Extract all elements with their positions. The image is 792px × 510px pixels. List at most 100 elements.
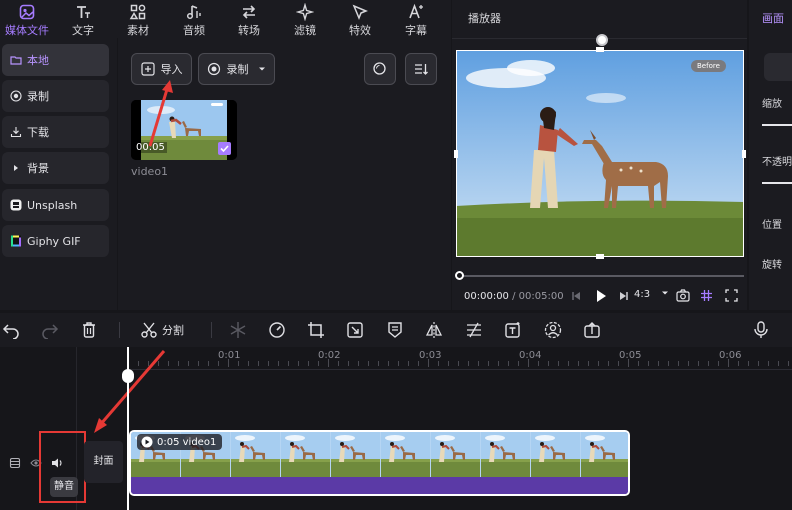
tab-media[interactable]: 媒体文件 — [0, 0, 54, 38]
ruler-tick — [598, 361, 599, 366]
ruler-tick — [218, 361, 219, 366]
record-icon — [207, 62, 220, 76]
timeline-toolbar: 分割 — [0, 313, 792, 347]
ruler-tick — [378, 361, 379, 366]
nav-item-unsplash[interactable]: Unsplash — [2, 189, 109, 221]
tab-captions[interactable]: 字幕 — [389, 0, 443, 38]
search-button[interactable] — [364, 53, 396, 85]
export-frame-icon[interactable] — [583, 321, 601, 339]
ruler-tick — [438, 361, 439, 366]
scale-slider[interactable] — [762, 124, 792, 126]
ruler-tick — [338, 361, 339, 366]
tab-effects[interactable]: 特效 — [333, 0, 387, 38]
ruler-tick — [448, 361, 449, 366]
play-icon[interactable] — [595, 289, 607, 303]
tab-transition[interactable]: 转场 — [222, 0, 276, 38]
ruler-tick — [668, 361, 669, 366]
tab-canvas[interactable]: 画面 — [762, 10, 784, 26]
filmstrip-frame — [431, 432, 481, 477]
portrait-icon[interactable] — [544, 321, 562, 339]
tab-audio[interactable]: 音频 — [167, 0, 221, 38]
delete-icon[interactable] — [80, 321, 98, 339]
mask-icon[interactable] — [386, 321, 404, 339]
sort-icon — [415, 64, 428, 75]
giphy-icon — [11, 235, 21, 247]
nav-label: Giphy GIF — [27, 234, 81, 248]
timeline-video-clip[interactable]: 0:05 video1 — [129, 430, 630, 496]
timeline-ruler[interactable]: 0:01 0:02 0:03 0:04 0:05 0:06 — [128, 347, 792, 369]
nav-item-record[interactable]: 录制 — [2, 80, 109, 112]
elements-icon — [129, 4, 146, 20]
nav-item-background[interactable]: 背景 — [2, 152, 109, 184]
ruler-label: 0:02 — [318, 350, 341, 361]
speed-icon[interactable] — [268, 321, 286, 339]
ruler-tick — [538, 361, 539, 366]
progress-handle[interactable] — [455, 271, 464, 280]
ruler-tick — [328, 359, 329, 367]
fullscreen-icon[interactable] — [725, 289, 738, 302]
adjust-icon[interactable] — [465, 321, 483, 339]
media-tabs-bar: 媒体文件 文字 素材 音频 转场 滤镜 特效 字幕 — [0, 0, 451, 38]
check-icon — [220, 145, 229, 153]
tab-elements[interactable]: 素材 — [111, 0, 165, 38]
undo-icon[interactable] — [2, 321, 20, 339]
ruler-tick — [678, 361, 679, 366]
annotation-arrow — [148, 80, 173, 147]
search-icon — [373, 62, 386, 75]
ruler-tick — [698, 361, 699, 366]
time-separator: / — [512, 291, 516, 302]
ruler-tick — [278, 361, 279, 366]
filmstrip-frame — [331, 432, 381, 477]
rotate-handle[interactable] — [596, 34, 608, 46]
freeze-icon[interactable] — [229, 321, 247, 339]
ruler-label: 0:05 — [619, 350, 642, 361]
crop-icon[interactable] — [307, 321, 325, 339]
tab-filter[interactable]: 滤镜 — [278, 0, 332, 38]
cover-button[interactable]: 封面 — [84, 441, 123, 483]
sort-button[interactable] — [405, 53, 437, 85]
camera-icon[interactable] — [676, 289, 690, 302]
grid-icon[interactable] — [700, 289, 713, 302]
rotate-label: 旋转 — [762, 260, 782, 271]
flip-icon[interactable] — [425, 321, 443, 339]
ruler-tick — [418, 361, 419, 366]
property-field[interactable] — [764, 53, 792, 81]
microphone-icon[interactable] — [752, 321, 770, 339]
nav-item-download[interactable]: 下载 — [2, 116, 109, 148]
resize-handle[interactable] — [596, 254, 604, 259]
ruler-tick — [688, 361, 689, 366]
opacity-slider[interactable] — [762, 182, 792, 184]
resize-handle[interactable] — [454, 150, 458, 158]
nav-label: Unsplash — [27, 198, 78, 212]
redo-icon[interactable] — [41, 321, 59, 339]
ruler-tick — [518, 361, 519, 366]
split-button[interactable]: 分割 — [140, 321, 184, 339]
ruler-tick — [268, 361, 269, 366]
ruler-tick — [248, 361, 249, 366]
aspect-ratio-select[interactable]: 4:3 — [634, 289, 669, 300]
player-title: 播放器 — [468, 12, 501, 25]
ruler-tick — [258, 361, 259, 366]
nav-item-giphy[interactable]: Giphy GIF — [2, 225, 109, 257]
resize-handle[interactable] — [742, 150, 746, 158]
prev-frame-icon[interactable] — [570, 290, 582, 302]
folder-icon — [10, 56, 22, 65]
tab-label: 素材 — [127, 24, 149, 37]
ruler-tick — [388, 361, 389, 366]
divider — [119, 322, 120, 338]
add-text-icon[interactable] — [504, 321, 522, 339]
selected-checkbox[interactable] — [218, 142, 231, 155]
ruler-label: 0:04 — [519, 350, 542, 361]
nav-item-local[interactable]: 本地 — [2, 44, 109, 76]
playhead-handle[interactable] — [122, 369, 134, 383]
ruler-tick — [238, 361, 239, 366]
ruler-tick — [488, 361, 489, 366]
tab-label: 字幕 — [405, 24, 427, 37]
progress-track[interactable] — [458, 275, 744, 277]
next-frame-icon[interactable] — [618, 290, 630, 302]
ruler-tick — [788, 361, 789, 366]
resize-icon[interactable] — [346, 321, 364, 339]
record-dropdown-button[interactable]: 录制 — [198, 53, 275, 85]
tab-text[interactable]: 文字 — [56, 0, 110, 38]
resize-handle[interactable] — [596, 47, 604, 52]
